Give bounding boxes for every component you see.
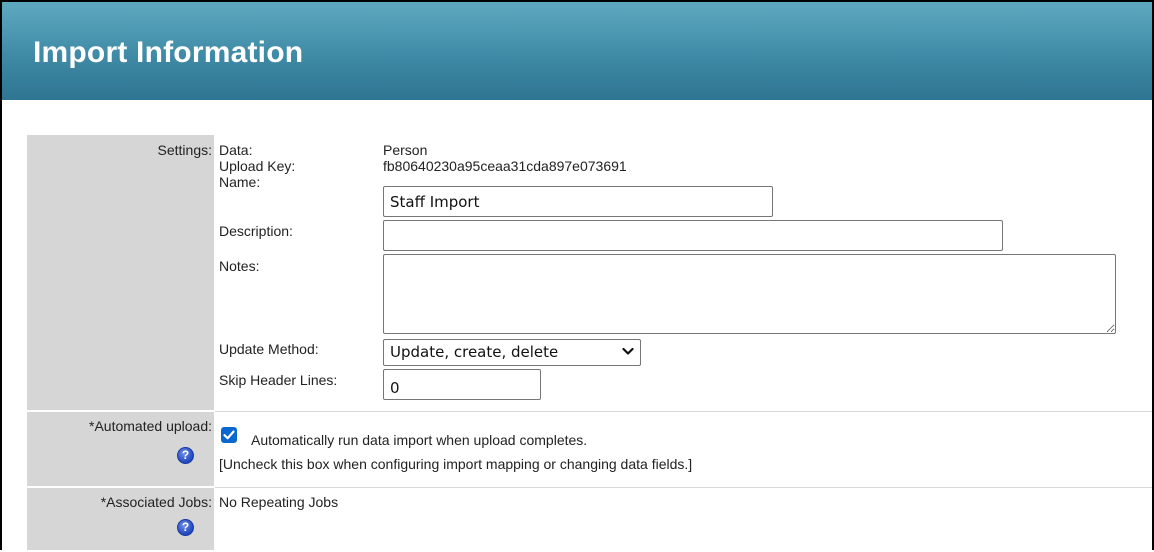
help-icon-glyph: ? <box>181 520 190 534</box>
data-value: Person <box>383 142 428 158</box>
upload-key-value: fb80640230a95ceaa31cda897e073691 <box>383 158 627 174</box>
skip-header-lines-input[interactable] <box>383 369 541 400</box>
associated-jobs-value: No Repeating Jobs <box>219 494 339 510</box>
automated-upload-checkbox[interactable] <box>221 427 237 443</box>
data-label: Data: <box>219 142 253 158</box>
notes-label: Notes: <box>219 258 260 274</box>
settings-label-cell: Settings: <box>27 135 214 410</box>
panel-header: Import Information <box>2 2 1152 100</box>
row-divider <box>215 487 1152 488</box>
description-input[interactable] <box>383 220 1003 251</box>
automated-upload-hint: [Uncheck this box when configuring impor… <box>219 456 693 472</box>
update-method-label: Update Method: <box>219 341 319 357</box>
chevron-down-icon <box>622 343 634 368</box>
name-label: Name: <box>219 174 261 190</box>
help-icon[interactable]: ? <box>177 519 194 536</box>
skip-header-lines-label: Skip Header Lines: <box>219 372 338 388</box>
row-divider <box>215 411 1152 412</box>
import-information-panel: Import Information Settings: *Automated … <box>0 0 1154 550</box>
automated-upload-text: Automatically run data import when uploa… <box>251 432 588 448</box>
description-label: Description: <box>219 223 293 239</box>
check-icon <box>223 430 235 440</box>
upload-key-label: Upload Key: <box>219 158 296 174</box>
automated-upload-label: *Automated upload: <box>89 418 212 434</box>
help-icon-glyph: ? <box>181 448 190 462</box>
associated-jobs-label: *Associated Jobs: <box>100 494 212 510</box>
help-icon[interactable]: ? <box>177 447 194 464</box>
page-title: Import Information <box>33 36 304 69</box>
update-method-select[interactable]: Update, create, delete <box>383 339 641 366</box>
settings-label: Settings: <box>157 142 212 158</box>
notes-textarea[interactable] <box>383 254 1116 334</box>
update-method-selected: Update, create, delete <box>390 343 559 361</box>
name-input[interactable] <box>383 186 773 217</box>
